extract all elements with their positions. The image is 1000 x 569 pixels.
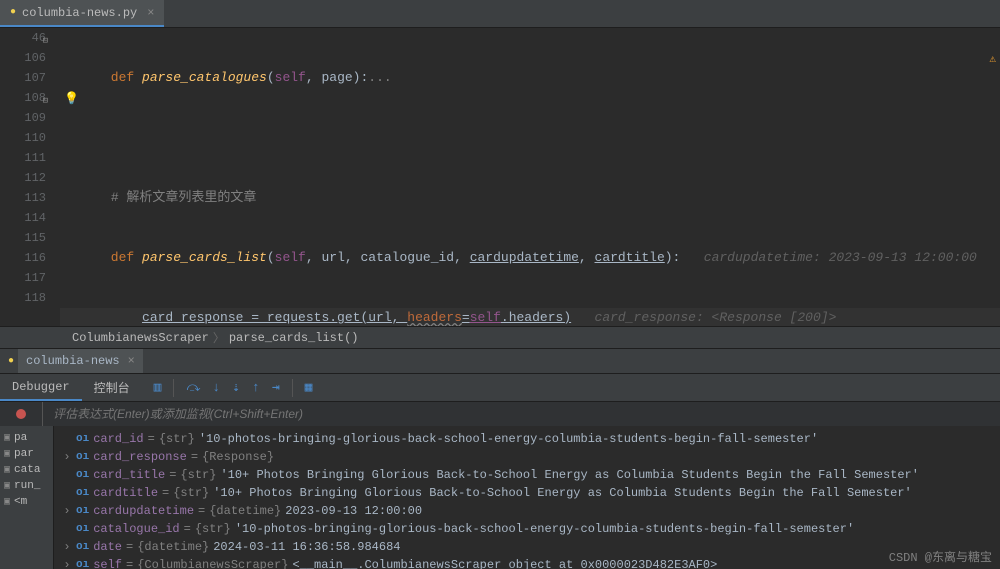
python-icon: ●	[8, 356, 14, 367]
variable-type: {datetime}	[137, 538, 209, 556]
var-badge-icon: oı	[76, 448, 89, 466]
step-over-icon[interactable]: ⤼	[186, 380, 200, 395]
python-icon: ●	[10, 7, 16, 18]
variable-type: {str}	[180, 466, 216, 484]
debug-panel: ▣pa ▣par ▣cata ▣run_ ▣<m oı card_id = {s…	[0, 426, 1000, 569]
variable-row[interactable]: oı card_title = {str} '10+ Photos Bringi…	[62, 466, 992, 484]
variable-row[interactable]: oı cardtitle = {str} '10+ Photos Bringin…	[62, 484, 992, 502]
step-into-my-icon[interactable]: ⇣	[232, 380, 240, 395]
variable-value: '10+ Photos Bringing Glorious Back-to-Sc…	[220, 466, 919, 484]
stack-icon: ▣	[4, 464, 10, 476]
step-into-icon[interactable]: ↓	[212, 380, 220, 395]
step-out-icon[interactable]: ↑	[252, 380, 260, 395]
variable-name: cardupdatetime	[93, 502, 194, 520]
frame-row[interactable]: ▣par	[0, 446, 53, 462]
code-editor[interactable]: ⚠ 💡 46⊟ 106 107 108⊟ 109 110 111 112 113…	[0, 28, 1000, 326]
var-badge-icon: oı	[76, 484, 89, 502]
variable-name: date	[93, 538, 122, 556]
variable-value: 2024-03-11 16:36:58.984684	[213, 538, 400, 556]
stop-icon[interactable]	[16, 409, 26, 419]
close-icon[interactable]: ×	[147, 6, 154, 20]
variable-name: catalogue_id	[93, 520, 179, 538]
var-badge-icon: oı	[76, 466, 89, 484]
watermark: CSDN @东离与糖宝	[889, 548, 992, 565]
variable-name: card_response	[93, 448, 187, 466]
editor-tabs: ● columbia-news.py ×	[0, 0, 1000, 28]
frame-row[interactable]: ▣pa	[0, 430, 53, 446]
close-icon[interactable]: ×	[128, 354, 135, 368]
variable-value: <__main__.ColumbianewsScraper object at …	[292, 556, 717, 569]
expand-icon[interactable]: ›	[62, 502, 72, 520]
stack-icon: ▣	[4, 448, 10, 460]
stack-icon: ▣	[4, 432, 10, 444]
frame-row[interactable]: ▣<m	[0, 494, 53, 510]
variable-name: card_title	[93, 466, 165, 484]
variable-name: self	[93, 556, 122, 569]
run-to-cursor-icon[interactable]: ⇥	[272, 380, 280, 395]
frame-row[interactable]: ▣cata	[0, 462, 53, 478]
debugger-toolbar: Debugger 控制台 ▥ ⤼ ↓ ⇣ ↑ ⇥ ▦	[0, 374, 1000, 402]
expand-icon[interactable]: ›	[62, 538, 72, 556]
tab-console[interactable]: 控制台	[82, 374, 142, 401]
var-badge-icon: oı	[76, 502, 89, 520]
variable-value: '10-photos-bringing-glorious-back-school…	[235, 520, 854, 538]
run-tab[interactable]: columbia-news ×	[18, 349, 143, 373]
layout-icon[interactable]: ▥	[154, 380, 162, 395]
expand-icon[interactable]: ›	[62, 448, 72, 466]
code-area[interactable]: def parse_catalogues(self, page):... # 解…	[60, 28, 1000, 326]
variable-type: {str}	[195, 520, 231, 538]
breadcrumb-item[interactable]: ColumbianewsScraper	[72, 331, 209, 345]
evaluate-input[interactable]	[53, 407, 1000, 421]
variable-type: {str}	[159, 430, 195, 448]
intention-bulb-icon[interactable]: 💡	[64, 91, 79, 106]
var-badge-icon: oı	[76, 556, 89, 569]
variable-type: {Response}	[202, 448, 274, 466]
gutter: 46⊟ 106 107 108⊟ 109 110 111 112 113 114…	[0, 28, 60, 326]
variable-value: '10-photos-bringing-glorious-back-school…	[199, 430, 818, 448]
evaluate-icon[interactable]: ▦	[305, 380, 313, 395]
variable-name: cardtitle	[93, 484, 158, 502]
tab-debugger[interactable]: Debugger	[0, 374, 82, 401]
frame-row[interactable]: ▣run_	[0, 478, 53, 494]
breadcrumb-item[interactable]: parse_cards_list()	[229, 331, 359, 345]
variable-row[interactable]: oı catalogue_id = {str} '10-photos-bring…	[62, 520, 992, 538]
variable-row[interactable]: ›oı date = {datetime} 2024-03-11 16:36:5…	[62, 538, 992, 556]
variable-row[interactable]: ›oı cardupdatetime = {datetime} 2023-09-…	[62, 502, 992, 520]
variable-type: {datetime}	[209, 502, 281, 520]
var-badge-icon: oı	[76, 538, 89, 556]
breadcrumb: ColumbianewsScraper 〉 parse_cards_list()	[0, 326, 1000, 348]
variable-value: '10+ Photos Bringing Glorious Back-to-Sc…	[213, 484, 912, 502]
var-badge-icon: oı	[76, 520, 89, 538]
tab-file[interactable]: ● columbia-news.py ×	[0, 0, 164, 27]
variable-type: {ColumbianewsScraper}	[137, 556, 288, 569]
expand-icon[interactable]: ›	[62, 556, 72, 569]
variable-type: {str}	[173, 484, 209, 502]
evaluate-bar	[0, 402, 1000, 426]
variables-panel[interactable]: oı card_id = {str} '10-photos-bringing-g…	[54, 426, 1000, 569]
variable-row[interactable]: ›oı card_response = {Response}	[62, 448, 992, 466]
variable-row[interactable]: oı card_id = {str} '10-photos-bringing-g…	[62, 430, 992, 448]
tab-label: columbia-news.py	[22, 6, 137, 20]
stack-icon: ▣	[4, 480, 10, 492]
chevron-right-icon: 〉	[213, 329, 225, 346]
variable-name: card_id	[93, 430, 143, 448]
run-tabs: ● columbia-news ×	[0, 348, 1000, 374]
variable-row[interactable]: ›oı self = {ColumbianewsScraper} <__main…	[62, 556, 992, 569]
var-badge-icon: oı	[76, 430, 89, 448]
variable-value: 2023-09-13 12:00:00	[285, 502, 422, 520]
stack-icon: ▣	[4, 496, 10, 508]
frames-panel[interactable]: ▣pa ▣par ▣cata ▣run_ ▣<m	[0, 426, 54, 569]
